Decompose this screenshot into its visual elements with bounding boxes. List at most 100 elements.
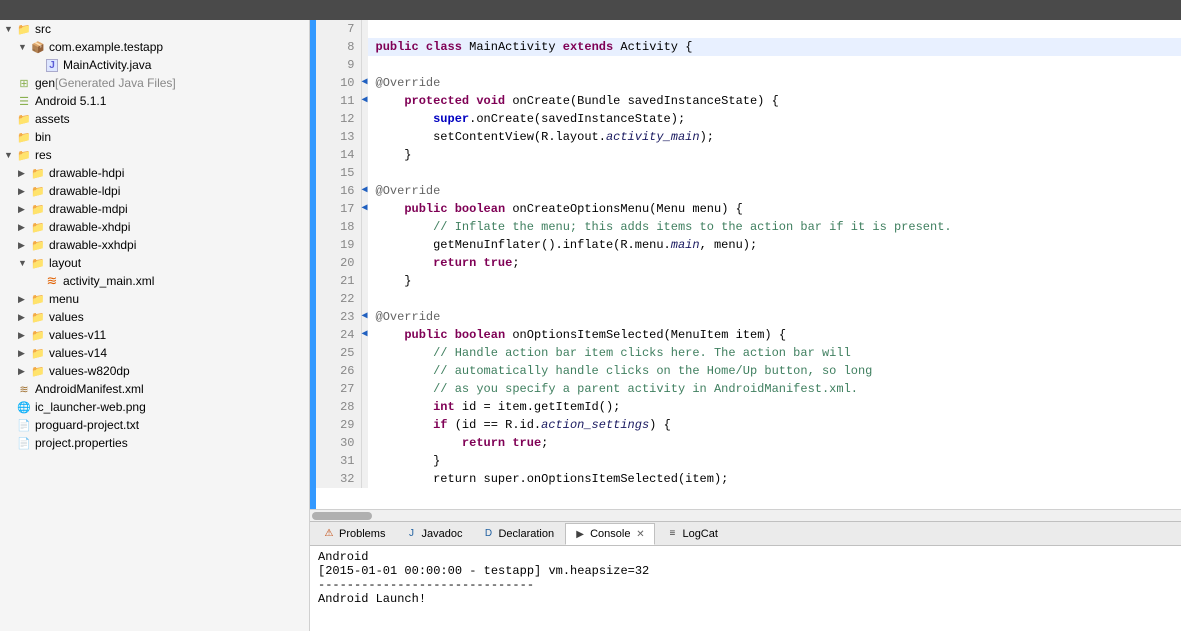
file-icon: 📁 [30,201,46,217]
line-number: 22 [316,290,361,308]
tree-item-values-w820dp[interactable]: ▶📁values-w820dp [0,362,309,380]
code-content[interactable]: return true; [368,434,1181,452]
line-number: 25 [316,344,361,362]
line-number: 18 [316,218,361,236]
scrollbar-thumb[interactable] [312,512,372,520]
line-number: 14 [316,146,361,164]
code-content[interactable]: public boolean onOptionsItemSelected(Men… [368,326,1181,344]
tree-item-com-example[interactable]: ▼📦com.example.testapp [0,38,309,56]
tree-item-gen[interactable]: ⊞gen [Generated Java Files] [0,74,309,92]
main-area: ▼📁src▼📦com.example.testappJMainActivity.… [0,20,1181,631]
tree-label: assets [35,112,70,126]
file-icon: 📁 [30,309,46,325]
tab-icon-problems: ⚠ [323,528,335,540]
tab-label-declaration: Declaration [498,528,554,540]
code-content[interactable] [368,164,1181,182]
tree-label: values [49,310,84,324]
code-line: 31 } [316,452,1181,470]
code-content[interactable]: // Inflate the menu; this adds items to … [368,218,1181,236]
code-content[interactable]: } [368,272,1181,290]
code-content[interactable]: return super.onOptionsItemSelected(item)… [368,470,1181,488]
line-number: 7 [316,20,361,38]
code-content[interactable]: // as you specify a parent activity in A… [368,380,1181,398]
line-number: 15 [316,164,361,182]
tab-icon-console: ▶ [574,528,586,540]
code-content[interactable]: if (id == R.id.action_settings) { [368,416,1181,434]
file-icon: J [44,57,60,73]
code-line: 30 return true; [316,434,1181,452]
code-editor[interactable]: 78 public class MainActivity extends Acti… [316,20,1181,509]
code-content[interactable]: public class MainActivity extends Activi… [368,38,1181,56]
tree-item-assets[interactable]: 📁assets [0,110,309,128]
tab-icon-declaration: D [482,528,494,540]
tree-item-values-v14[interactable]: ▶📁values-v14 [0,344,309,362]
code-content[interactable]: protected void onCreate(Bundle savedInst… [368,92,1181,110]
tree-arrow: ▶ [18,294,30,305]
tree-item-activity-main-xml[interactable]: ≋activity_main.xml [0,272,309,290]
tree-item-values[interactable]: ▶📁values [0,308,309,326]
tree-item-bin[interactable]: 📁bin [0,128,309,146]
file-icon: 📁 [16,147,32,163]
line-number: 29 [316,416,361,434]
code-content[interactable] [368,290,1181,308]
tab-javadoc[interactable]: JJavadoc [396,523,471,545]
code-content[interactable]: return true; [368,254,1181,272]
tree-item-menu[interactable]: ▶📁menu [0,290,309,308]
code-content[interactable] [368,56,1181,74]
tree-arrow: ▶ [18,366,30,377]
line-number: 30 [316,434,361,452]
code-content[interactable]: // Handle action bar item clicks here. T… [368,344,1181,362]
tree-label: com.example.testapp [49,40,163,54]
code-content[interactable]: // automatically handle clicks on the Ho… [368,362,1181,380]
tree-item-androidmanifest[interactable]: ≋AndroidManifest.xml [0,380,309,398]
tab-close-console[interactable]: ✕ [634,528,646,540]
tree-item-android511[interactable]: ☰Android 5.1.1 [0,92,309,110]
tree-item-project-props[interactable]: 📄project.properties [0,434,309,452]
tree-item-ic-launcher[interactable]: 🌐ic_launcher-web.png [0,398,309,416]
tab-icon-javadoc: J [405,528,417,540]
code-content[interactable]: @Override [368,182,1181,200]
tree-item-mainactivity[interactable]: JMainActivity.java [0,56,309,74]
tree-item-drawable-hdpi[interactable]: ▶📁drawable-hdpi [0,164,309,182]
code-content[interactable]: } [368,146,1181,164]
tab-problems[interactable]: ⚠Problems [314,523,394,545]
code-content[interactable]: @Override [368,308,1181,326]
tab-console[interactable]: ▶Console✕ [565,523,655,545]
code-content[interactable]: @Override [368,74,1181,92]
tree-item-drawable-ldpi[interactable]: ▶📁drawable-ldpi [0,182,309,200]
tree-label: AndroidManifest.xml [35,382,144,396]
code-content[interactable]: super.onCreate(savedInstanceState); [368,110,1181,128]
tree-item-values-v11[interactable]: ▶📁values-v11 [0,326,309,344]
tree-item-proguard[interactable]: 📄proguard-project.txt [0,416,309,434]
code-content[interactable]: int id = item.getItemId(); [368,398,1181,416]
code-line: 15 [316,164,1181,182]
tree-item-res[interactable]: ▼📁res [0,146,309,164]
tree-label: drawable-ldpi [49,184,120,198]
tree-label: values-w820dp [49,364,130,378]
console-content[interactable]: Android[2015-01-01 00:00:00 - testapp] v… [310,546,1181,631]
file-icon: ≋ [16,381,32,397]
file-icon: 📁 [30,255,46,271]
tree-item-drawable-xxhdpi[interactable]: ▶📁drawable-xxhdpi [0,236,309,254]
code-content[interactable]: setContentView(R.layout.activity_main); [368,128,1181,146]
tree-item-layout[interactable]: ▼📁layout [0,254,309,272]
line-number: 8 [316,38,361,56]
code-content[interactable]: getMenuInflater().inflate(R.menu.main, m… [368,236,1181,254]
horizontal-scrollbar[interactable] [310,509,1181,521]
tree-label: layout [49,256,81,270]
tree-item-drawable-mdpi[interactable]: ▶📁drawable-mdpi [0,200,309,218]
console-line: Android [318,550,1173,564]
code-content[interactable] [368,20,1181,38]
tab-declaration[interactable]: D Declaration [473,523,563,545]
tree-label: project.properties [35,436,128,450]
code-content[interactable]: } [368,452,1181,470]
tree-item-drawable-xhdpi[interactable]: ▶📁drawable-xhdpi [0,218,309,236]
line-number: 27 [316,380,361,398]
code-line: 12 super.onCreate(savedInstanceState); [316,110,1181,128]
code-content[interactable]: public boolean onCreateOptionsMenu(Menu … [368,200,1181,218]
tab-logcat[interactable]: ≡LogCat [657,523,726,545]
line-number: 16 [316,182,361,200]
tab-icon-logcat: ≡ [666,528,678,540]
tree-item-src[interactable]: ▼📁src [0,20,309,38]
line-number: 12 [316,110,361,128]
